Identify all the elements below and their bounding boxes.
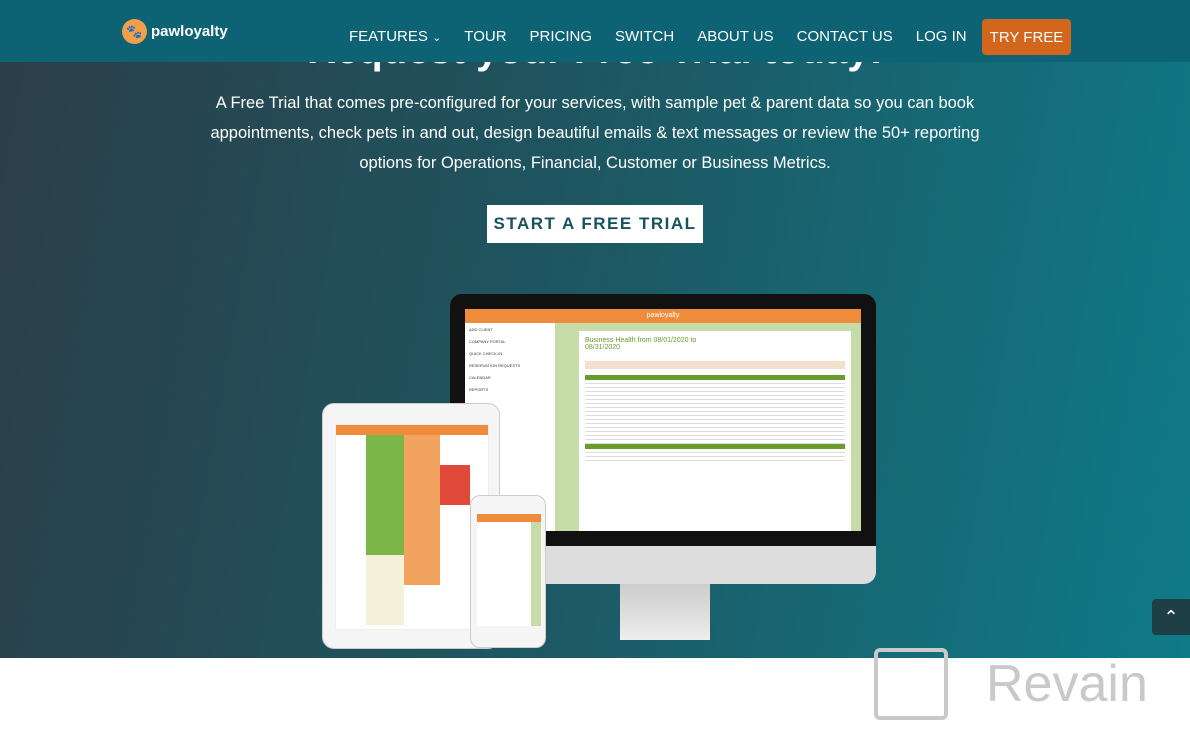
nav-features-label: FEATURES [349,28,428,45]
mockup-sidebar-item: ADD CLIENT [469,327,493,332]
monitor-stand [620,584,710,640]
nav-features[interactable]: FEATURES ⌄ [349,28,441,45]
nav-pricing[interactable]: PRICING [530,28,593,45]
nav-about-us[interactable]: ABOUT US [697,28,773,45]
try-free-button[interactable]: TRY FREE [982,19,1071,55]
nav-contact-us[interactable]: CONTACT US [797,28,893,45]
revain-logo-icon [874,648,948,720]
hero-description: A Free Trial that comes pre-configured f… [210,94,980,172]
watermark-text: Revain [986,655,1148,713]
start-free-trial-button[interactable]: START A FREE TRIAL [487,205,703,243]
paw-icon: 🐾 [122,19,147,44]
revain-watermark: Revain [874,648,1148,720]
logo-text: pawloyalty [151,23,228,40]
nav-tour[interactable]: TOUR [464,28,506,45]
top-navbar: 🐾 pawloyalty FEATURES ⌄ TOUR PRICING SWI… [0,0,1190,62]
hero-section: Request your Free Trial today! A Free Tr… [0,0,1190,658]
chevron-down-icon: ⌄ [432,32,442,44]
mockup-sidebar-item: REPORTS [469,387,489,392]
chevron-up-icon: ⌃ [1163,606,1179,627]
mockup-report-title: Business Health from 08/01/2020 to 08/31… [585,337,697,351]
phone-mockup [470,495,546,648]
mockup-sidebar-item: RESERVATION REQUESTS [469,363,521,368]
mockup-sidebar-item: COMPANY PORTAL [469,339,506,344]
nav-log-in[interactable]: LOG IN [916,28,967,45]
mockup-app-logo: pawloyalty [465,309,861,323]
mockup-sidebar-item: CALENDAR [469,375,491,380]
pawloyalty-logo[interactable]: 🐾 pawloyalty [122,19,228,44]
scroll-to-top-button[interactable]: ⌃ [1152,599,1190,635]
mockup-sidebar-item: QUICK CHECK-IN [469,351,503,356]
nav-switch[interactable]: SWITCH [615,28,674,45]
